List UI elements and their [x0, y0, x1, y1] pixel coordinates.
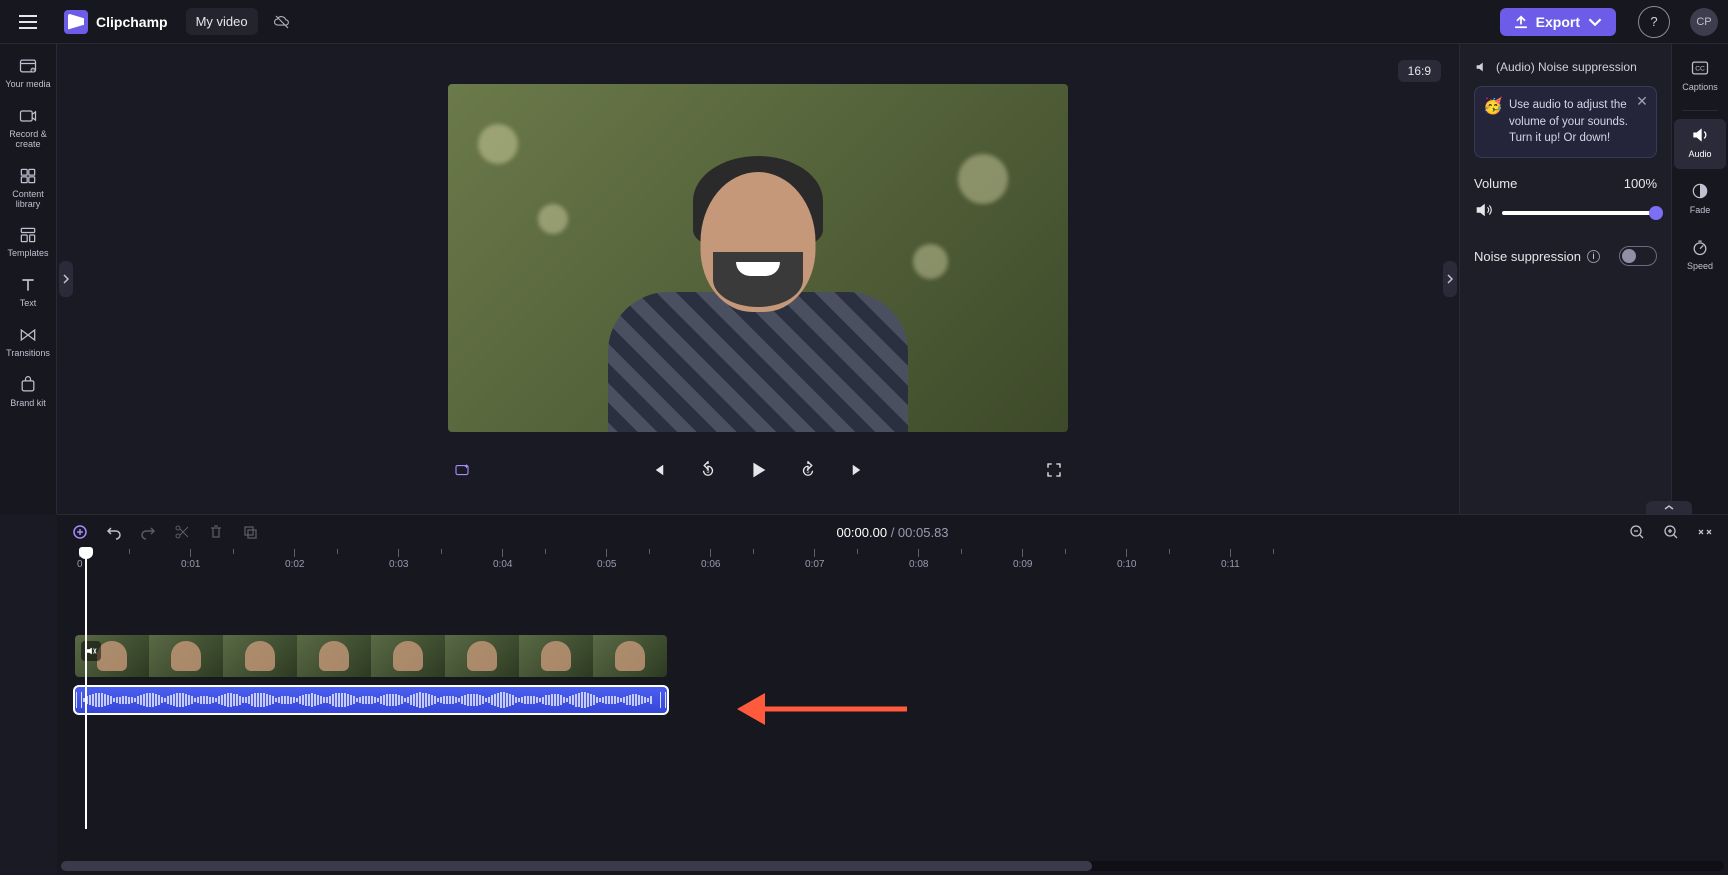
zoom-out-button[interactable] — [1626, 521, 1648, 543]
volume-label: Volume — [1474, 176, 1517, 191]
sidebar-label: Transitions — [6, 349, 50, 359]
export-button[interactable]: Export — [1500, 8, 1616, 36]
app-logo[interactable]: Clipchamp — [56, 6, 176, 38]
tab-label: Captions — [1682, 82, 1718, 92]
sidebar-label: Brand kit — [10, 399, 46, 409]
delete-button[interactable] — [205, 521, 227, 543]
svg-text:CC: CC — [1695, 66, 1705, 73]
play-button[interactable] — [744, 456, 772, 484]
skip-forward-button[interactable] — [844, 456, 872, 484]
app-name: Clipchamp — [96, 14, 168, 30]
add-track-button[interactable] — [69, 521, 91, 543]
audio-clip-handle-left[interactable] — [75, 687, 83, 713]
project-name-input[interactable]: My video — [186, 8, 258, 35]
tab-label: Fade — [1690, 205, 1711, 215]
clipchamp-icon — [64, 10, 88, 34]
sidebar-label: Templates — [7, 249, 48, 259]
audio-clip-handle-right[interactable] — [659, 687, 667, 713]
tab-fade[interactable]: Fade — [1674, 175, 1726, 225]
expand-left-handle[interactable] — [59, 261, 73, 297]
info-icon[interactable]: i — [1587, 250, 1600, 263]
canvas-area: 16:9 5 5 — [57, 44, 1459, 514]
tab-speed[interactable]: Speed — [1674, 231, 1726, 281]
sidebar-label: Text — [20, 299, 37, 309]
svg-text:5: 5 — [807, 469, 810, 475]
timeline-scrollbar-thumb[interactable] — [61, 861, 1092, 871]
audio-icon — [1474, 60, 1488, 74]
tip-close-button[interactable]: ✕ — [1634, 93, 1650, 109]
chevron-down-icon — [1588, 15, 1602, 29]
volume-slider[interactable] — [1502, 211, 1657, 215]
timeline-scrollbar[interactable] — [61, 861, 1724, 871]
video-clip[interactable] — [73, 633, 669, 679]
timeline-time-display: 00:00.00 / 00:05.83 — [836, 525, 948, 540]
sidebar-item-your-media[interactable]: Your media — [2, 50, 54, 98]
timeline-panel: 00:00.00 / 00:05.83 0 0:01 0:02 0:03 0:0… — [57, 514, 1728, 875]
playhead[interactable] — [85, 549, 87, 829]
collapse-timeline-button[interactable] — [1646, 501, 1692, 515]
redo-button[interactable] — [137, 521, 159, 543]
menu-button[interactable] — [10, 4, 46, 40]
sidebar-item-text[interactable]: Text — [2, 269, 54, 317]
volume-value: 100% — [1624, 176, 1657, 191]
sidebar-item-transitions[interactable]: Transitions — [2, 319, 54, 367]
help-button[interactable]: ? — [1638, 6, 1670, 38]
properties-panel: (Audio) Noise suppression 🥳 ✕ Use audio … — [1459, 44, 1671, 514]
speaker-icon[interactable] — [1474, 201, 1492, 224]
sidebar-item-record-create[interactable]: Record & create — [2, 100, 54, 158]
tab-captions[interactable]: CC Captions — [1674, 52, 1726, 102]
noise-suppression-label: Noise suppression — [1474, 249, 1581, 264]
tab-label: Audio — [1688, 149, 1711, 159]
video-preview[interactable] — [448, 84, 1068, 432]
undo-button[interactable] — [103, 521, 125, 543]
volume-slider-thumb[interactable] — [1649, 206, 1663, 220]
annotation-arrow — [737, 689, 907, 729]
sidebar-label: Content library — [2, 190, 54, 210]
ai-enhance-button[interactable] — [448, 456, 476, 484]
svg-text:5: 5 — [707, 469, 710, 475]
tab-audio[interactable]: Audio — [1674, 119, 1726, 169]
sidebar-item-content-library[interactable]: Content library — [2, 160, 54, 218]
audio-waveform — [83, 687, 659, 713]
user-avatar[interactable]: CP — [1690, 8, 1718, 36]
clip-mute-button[interactable] — [81, 641, 101, 661]
sidebar-item-templates[interactable]: Templates — [2, 219, 54, 267]
party-emoji-icon: 🥳 — [1483, 95, 1503, 118]
timeline-ruler[interactable]: 0 0:01 0:02 0:03 0:04 0:05 0:06 0:07 0:0… — [71, 549, 1728, 573]
total-duration: 00:05.83 — [898, 525, 949, 540]
right-sidebar: CC Captions Audio Fade Speed — [1671, 44, 1728, 514]
panel-title: (Audio) Noise suppression — [1496, 60, 1637, 74]
upload-icon — [1514, 15, 1528, 29]
forward-5-button[interactable]: 5 — [794, 456, 822, 484]
export-label: Export — [1536, 14, 1580, 30]
sidebar-item-brand-kit[interactable]: Brand kit — [2, 369, 54, 417]
rewind-5-button[interactable]: 5 — [694, 456, 722, 484]
audio-clip[interactable] — [73, 685, 669, 715]
zoom-fit-button[interactable] — [1694, 521, 1716, 543]
sidebar-label: Your media — [5, 80, 50, 90]
current-time: 00:00.00 — [836, 525, 887, 540]
duplicate-button[interactable] — [239, 521, 261, 543]
split-button[interactable] — [171, 521, 193, 543]
left-sidebar: Your media Record & create Content libra… — [0, 44, 57, 514]
fullscreen-button[interactable] — [1040, 456, 1068, 484]
zoom-in-button[interactable] — [1660, 521, 1682, 543]
tip-card: 🥳 ✕ Use audio to adjust the volume of yo… — [1474, 86, 1657, 158]
sidebar-label: Record & create — [2, 130, 54, 150]
expand-right-handle[interactable] — [1443, 261, 1457, 297]
aspect-ratio-button[interactable]: 16:9 — [1398, 60, 1441, 82]
tab-label: Speed — [1687, 261, 1713, 271]
noise-suppression-toggle[interactable] — [1619, 246, 1657, 266]
skip-back-button[interactable] — [644, 456, 672, 484]
tip-text: Use audio to adjust the volume of your s… — [1509, 99, 1628, 144]
sync-status-icon[interactable] — [268, 8, 296, 36]
